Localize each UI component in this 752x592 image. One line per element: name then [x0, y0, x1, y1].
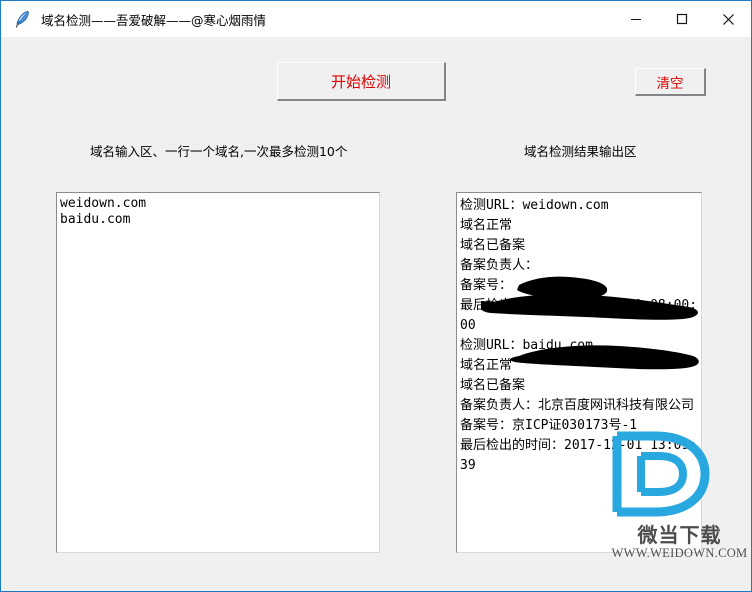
watermark-url: WWW.WEIDOWN.COM	[611, 546, 748, 560]
app-window: 域名检测——吾爱破解——@寒心烟雨情 开始检测 清空 域名输入区、一行一个域名,…	[0, 0, 752, 592]
client-area: 开始检测 清空 域名输入区、一行一个域名,一次最多检测10个 域名检测结果输出区…	[1, 37, 751, 591]
letter-d-logo	[612, 431, 710, 517]
close-button[interactable]	[705, 1, 751, 37]
close-icon	[722, 13, 734, 25]
minimize-button[interactable]	[613, 1, 659, 37]
domain-input-textarea[interactable]: weidown.com baidu.com	[56, 192, 380, 553]
watermark-name: 微当下载	[637, 523, 722, 547]
window-title: 域名检测——吾爱破解——@寒心烟雨情	[41, 12, 267, 28]
domain-input-value: weidown.com baidu.com	[60, 196, 147, 227]
title-bar: 域名检测——吾爱破解——@寒心烟雨情	[1, 1, 751, 37]
output-section-label: 域名检测结果输出区	[524, 144, 637, 159]
maximize-icon	[676, 13, 688, 25]
minimize-icon	[631, 19, 641, 20]
clear-button[interactable]: 清空	[635, 68, 706, 96]
watermark: 微当下载 WWW.WEIDOWN.COM	[606, 430, 752, 570]
window-controls	[613, 1, 751, 37]
start-detection-label: 开始检测	[330, 72, 391, 91]
maximize-button[interactable]	[659, 1, 705, 37]
clear-label: 清空	[656, 75, 684, 92]
start-detection-button[interactable]: 开始检测	[277, 62, 446, 101]
feather-quill-icon	[15, 10, 29, 28]
input-section-label: 域名输入区、一行一个域名,一次最多检测10个	[90, 144, 348, 159]
